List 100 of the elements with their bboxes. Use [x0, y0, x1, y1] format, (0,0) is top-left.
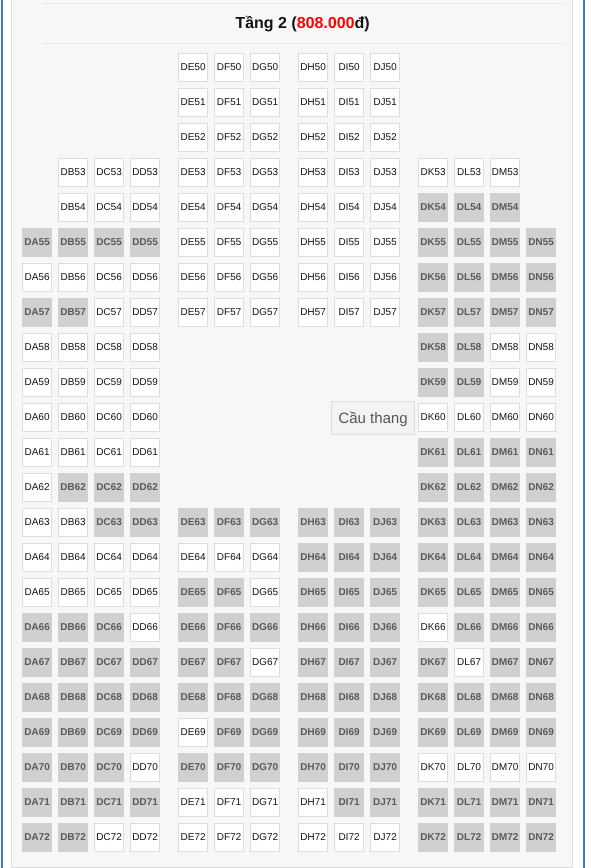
seat[interactable]: DL64 [454, 543, 484, 572]
seat[interactable]: DH66 [298, 613, 328, 642]
seat[interactable]: DM68 [490, 683, 520, 712]
seat[interactable]: DB56 [58, 263, 88, 292]
seat[interactable]: DJ63 [370, 508, 400, 537]
seat[interactable]: DJ64 [370, 543, 400, 572]
seat[interactable]: DG68 [250, 683, 280, 712]
seat[interactable]: DE64 [178, 543, 208, 572]
seat[interactable]: DA68 [22, 683, 52, 712]
seat[interactable]: DB69 [58, 718, 88, 747]
seat[interactable]: DA60 [22, 403, 52, 432]
seat[interactable]: DI63 [334, 508, 364, 537]
seat[interactable]: DF68 [214, 683, 244, 712]
seat[interactable]: DB62 [58, 473, 88, 502]
seat[interactable]: DE68 [178, 683, 208, 712]
seat[interactable]: DM55 [490, 228, 520, 257]
seat[interactable]: DG54 [250, 193, 280, 222]
seat[interactable]: DN63 [526, 508, 556, 537]
seat[interactable]: DG67 [250, 648, 280, 677]
seat[interactable]: DK59 [418, 368, 448, 397]
seat[interactable]: DM64 [490, 543, 520, 572]
seat[interactable]: DC53 [94, 158, 124, 187]
seat[interactable]: DH71 [298, 788, 328, 817]
seat[interactable]: DG50 [250, 53, 280, 82]
seat[interactable]: DL60 [454, 403, 484, 432]
seat[interactable]: DE65 [178, 578, 208, 607]
seat[interactable]: DI68 [334, 683, 364, 712]
seat[interactable]: DF50 [214, 53, 244, 82]
seat[interactable]: DH52 [298, 123, 328, 152]
seat[interactable]: DJ67 [370, 648, 400, 677]
seat[interactable]: DB61 [58, 438, 88, 467]
seat[interactable]: DL69 [454, 718, 484, 747]
seat[interactable]: DL66 [454, 613, 484, 642]
seat[interactable]: DE66 [178, 613, 208, 642]
seat[interactable]: DF52 [214, 123, 244, 152]
seat[interactable]: DD55 [130, 228, 160, 257]
seat[interactable]: DN61 [526, 438, 556, 467]
seat[interactable]: DI66 [334, 613, 364, 642]
seat[interactable]: DA66 [22, 613, 52, 642]
seat[interactable]: DK61 [418, 438, 448, 467]
seat[interactable]: DL55 [454, 228, 484, 257]
seat[interactable]: DC63 [94, 508, 124, 537]
seat[interactable]: DC60 [94, 403, 124, 432]
seat[interactable]: DN55 [526, 228, 556, 257]
seat[interactable]: DM57 [490, 298, 520, 327]
seat[interactable]: DM65 [490, 578, 520, 607]
seat[interactable]: DB60 [58, 403, 88, 432]
seat[interactable]: DA62 [22, 473, 52, 502]
seat[interactable]: DN65 [526, 578, 556, 607]
seat[interactable]: DE71 [178, 788, 208, 817]
seat[interactable]: DN66 [526, 613, 556, 642]
seat[interactable]: DI55 [334, 228, 364, 257]
seat[interactable]: DC54 [94, 193, 124, 222]
seat[interactable]: DG69 [250, 718, 280, 747]
seat[interactable]: DM54 [490, 193, 520, 222]
seat[interactable]: DM71 [490, 788, 520, 817]
seat[interactable]: DK68 [418, 683, 448, 712]
seat[interactable]: DK69 [418, 718, 448, 747]
seat[interactable]: DE63 [178, 508, 208, 537]
seat[interactable]: DE50 [178, 53, 208, 82]
seat[interactable]: DK53 [418, 158, 448, 187]
seat[interactable]: DN71 [526, 788, 556, 817]
seat[interactable]: DB54 [58, 193, 88, 222]
seat[interactable]: DD70 [130, 753, 160, 782]
seat[interactable]: DC66 [94, 613, 124, 642]
seat[interactable]: DM67 [490, 648, 520, 677]
seat[interactable]: DK66 [418, 613, 448, 642]
seat[interactable]: DM66 [490, 613, 520, 642]
seat[interactable]: DF64 [214, 543, 244, 572]
seat[interactable]: DA72 [22, 823, 52, 852]
seat[interactable]: DJ54 [370, 193, 400, 222]
seat[interactable]: DF51 [214, 88, 244, 117]
seat[interactable]: DF55 [214, 228, 244, 257]
seat[interactable]: DB72 [58, 823, 88, 852]
seat[interactable]: DD58 [130, 333, 160, 362]
seat[interactable]: DB66 [58, 613, 88, 642]
seat[interactable]: DI70 [334, 753, 364, 782]
seat[interactable]: DG65 [250, 578, 280, 607]
seat[interactable]: DH64 [298, 543, 328, 572]
seat[interactable]: DE54 [178, 193, 208, 222]
seat[interactable]: DB57 [58, 298, 88, 327]
seat[interactable]: DD65 [130, 578, 160, 607]
seat[interactable]: DF54 [214, 193, 244, 222]
seat[interactable]: DM72 [490, 823, 520, 852]
seat[interactable]: DN67 [526, 648, 556, 677]
seat[interactable]: DA69 [22, 718, 52, 747]
seat[interactable]: DF53 [214, 158, 244, 187]
seat[interactable]: DK54 [418, 193, 448, 222]
seat[interactable]: DA67 [22, 648, 52, 677]
seat[interactable]: DH63 [298, 508, 328, 537]
seat[interactable]: DK65 [418, 578, 448, 607]
seat[interactable]: DB68 [58, 683, 88, 712]
seat[interactable]: DE69 [178, 718, 208, 747]
seat[interactable]: DI64 [334, 543, 364, 572]
seat[interactable]: DC58 [94, 333, 124, 362]
seat[interactable]: DJ71 [370, 788, 400, 817]
seat[interactable]: DD59 [130, 368, 160, 397]
seat[interactable]: DK63 [418, 508, 448, 537]
seat[interactable]: DA55 [22, 228, 52, 257]
seat[interactable]: DD62 [130, 473, 160, 502]
